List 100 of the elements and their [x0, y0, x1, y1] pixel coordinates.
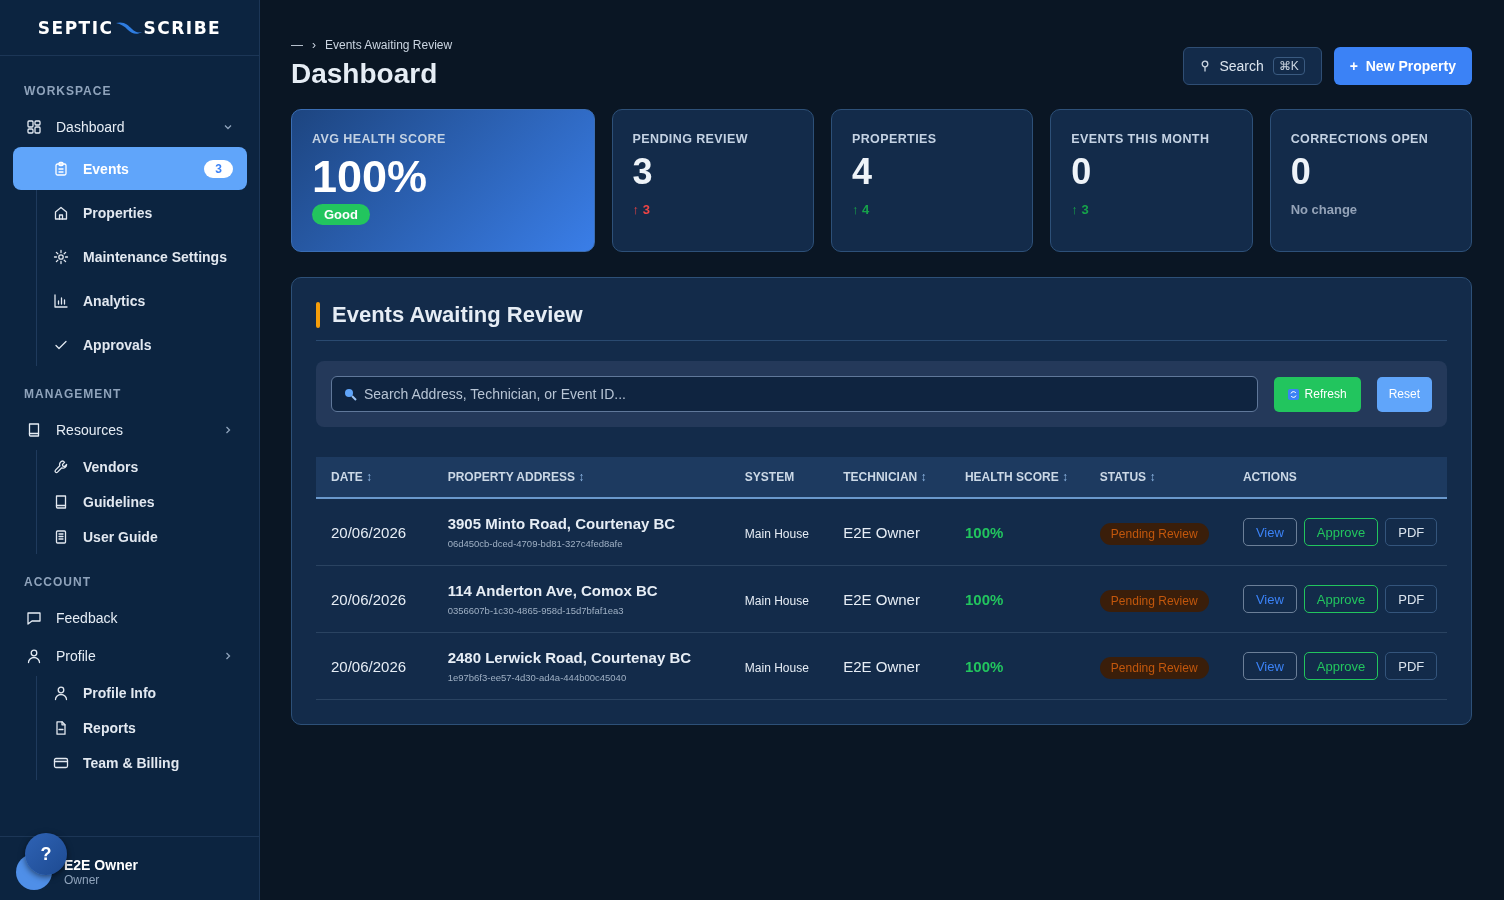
breadcrumb-item[interactable]: —: [291, 38, 303, 52]
breadcrumb-separator: ›: [312, 38, 316, 52]
shortcut-hint: ⌘K: [1272, 57, 1305, 75]
pdf-button[interactable]: PDF: [1385, 585, 1438, 613]
stat-label: CORRECTIONS OPEN: [1290, 132, 1429, 146]
file-icon: [53, 720, 69, 736]
search-field[interactable]: Search Address, Technician, or Event ID...: [331, 376, 1258, 412]
system-cell: Main House: [744, 526, 809, 541]
sidebar-item[interactable]: Properties: [13, 191, 247, 234]
stat-value: 0: [1071, 152, 1092, 192]
column-header[interactable]: STATUS ↕: [1084, 457, 1228, 498]
stat-change: ↑ 3: [632, 201, 650, 217]
stat-value: 4: [851, 152, 872, 192]
sidebar-item[interactable]: Approvals: [13, 323, 247, 366]
clipboard-icon: [53, 160, 69, 177]
breadcrumb-item: Events Awaiting Review: [325, 38, 453, 52]
grid-icon: [26, 119, 42, 135]
logo-text: SCRIBE: [143, 17, 222, 38]
sidebar-item[interactable]: Maintenance Settings: [13, 235, 247, 278]
house-icon: [53, 204, 69, 221]
credit-card-icon: [53, 755, 69, 771]
book-icon: [53, 494, 69, 510]
sidebar-item[interactable]: User Guide: [13, 520, 247, 554]
status-badge: Pending Review: [1099, 522, 1209, 545]
stat-value: 0: [1290, 152, 1311, 192]
property-address: 114 Anderton Ave, Comox BC: [447, 582, 659, 599]
stat-change: ↑ 3: [1071, 201, 1089, 217]
search-button[interactable]: Search ⌘K: [1183, 47, 1322, 85]
property-address: 2480 Lerwick Road, Courtenay BC: [447, 649, 693, 666]
column-header[interactable]: HEALTH SCORE ↕: [949, 457, 1085, 498]
column-header: ACTIONS: [1227, 457, 1447, 498]
document-icon: [53, 529, 69, 545]
view-button[interactable]: View: [1242, 518, 1297, 546]
stat-label: EVENTS THIS MONTH: [1071, 132, 1210, 146]
user-name: E2E Owner: [64, 856, 138, 873]
wrench-icon: [53, 459, 69, 475]
technician-cell: E2E Owner: [843, 657, 920, 675]
user-role: Owner: [64, 872, 101, 887]
event-id: 0356607b-1c30-4865-958d-15d7bfaf1ea3: [447, 605, 625, 616]
stat-value: 3: [632, 152, 653, 192]
technician-cell: E2E Owner: [843, 523, 920, 541]
sidebar-item[interactable]: Reports: [13, 711, 247, 745]
column-header[interactable]: TECHNICIAN ↕: [828, 457, 950, 498]
section-heading: ACCOUNT: [23, 574, 92, 591]
sidebar-item[interactable]: Profile: [12, 637, 247, 675]
sidebar-item[interactable]: Dashboard: [12, 108, 247, 146]
stat-label: PENDING REVIEW: [632, 132, 748, 146]
approve-button[interactable]: Approve: [1303, 585, 1379, 613]
stat-change: No change: [1290, 201, 1358, 217]
health-score: 100%: [964, 657, 1004, 675]
sidebar-item[interactable]: Team & Billing: [13, 746, 247, 780]
refresh-icon: [1287, 388, 1299, 400]
panel-title: Events Awaiting Review: [332, 302, 583, 328]
view-button[interactable]: View: [1242, 652, 1297, 680]
logo-text: SEPTIC: [37, 17, 114, 38]
search-icon: [1200, 60, 1211, 72]
wave-icon: [115, 20, 142, 35]
status-badge: Pending Review: [1099, 589, 1209, 612]
section-heading: MANAGEMENT: [23, 386, 123, 403]
health-score: 100%: [964, 590, 1004, 608]
bar-chart-icon: [53, 292, 69, 309]
event-id: 06d450cb-dced-4709-bd81-327c4fed8afe: [447, 538, 624, 549]
column-header[interactable]: DATE ↕: [316, 457, 433, 498]
system-cell: Main House: [744, 593, 809, 608]
approve-button[interactable]: Approve: [1303, 652, 1379, 680]
property-address: 3905 Minto Road, Courtenay BC: [447, 515, 677, 532]
system-cell: Main House: [744, 660, 809, 675]
stat-label: AVG HEALTH SCORE: [312, 132, 446, 146]
sidebar-item[interactable]: Resources: [12, 411, 247, 449]
date-cell: 20/06/2026: [331, 590, 407, 608]
speech-bubble-icon: [26, 610, 42, 626]
sidebar-item[interactable]: Feedback: [12, 599, 247, 637]
new-property-button[interactable]: + New Property: [1333, 47, 1472, 85]
approve-button[interactable]: Approve: [1303, 518, 1379, 546]
technician-cell: E2E Owner: [843, 590, 920, 608]
column-header[interactable]: PROPERTY ADDRESS ↕: [432, 457, 730, 498]
sidebar-item[interactable]: Guidelines: [13, 485, 247, 519]
event-id: 1e97b6f3-ee57-4d30-ad4a-444b00c45040: [447, 672, 628, 683]
stat-value: 100%: [312, 152, 428, 202]
pdf-button[interactable]: PDF: [1385, 518, 1438, 546]
sidebar-item[interactable]: Events 3: [13, 147, 247, 190]
health-score: 100%: [964, 523, 1004, 541]
stat-label: PROPERTIES: [851, 132, 937, 146]
page-title: Dashboard: [291, 58, 439, 90]
book-icon: [26, 422, 42, 438]
count-badge: 3: [204, 159, 233, 178]
date-cell: 20/06/2026: [331, 657, 407, 675]
sidebar-item[interactable]: Analytics: [13, 279, 247, 322]
accent-bar: [316, 302, 320, 328]
section-heading: WORKSPACE: [23, 83, 113, 100]
date-cell: 20/06/2026: [331, 523, 407, 541]
view-button[interactable]: View: [1242, 585, 1297, 613]
sidebar-item[interactable]: Profile Info: [13, 676, 247, 710]
person-icon: [53, 685, 69, 701]
status-badge: Good: [312, 203, 370, 225]
pdf-button[interactable]: PDF: [1385, 652, 1438, 680]
sidebar-item[interactable]: Vendors: [13, 450, 247, 484]
person-icon: [26, 648, 42, 664]
column-header: SYSTEM: [729, 457, 829, 498]
stat-change: ↑ 4: [851, 201, 870, 217]
